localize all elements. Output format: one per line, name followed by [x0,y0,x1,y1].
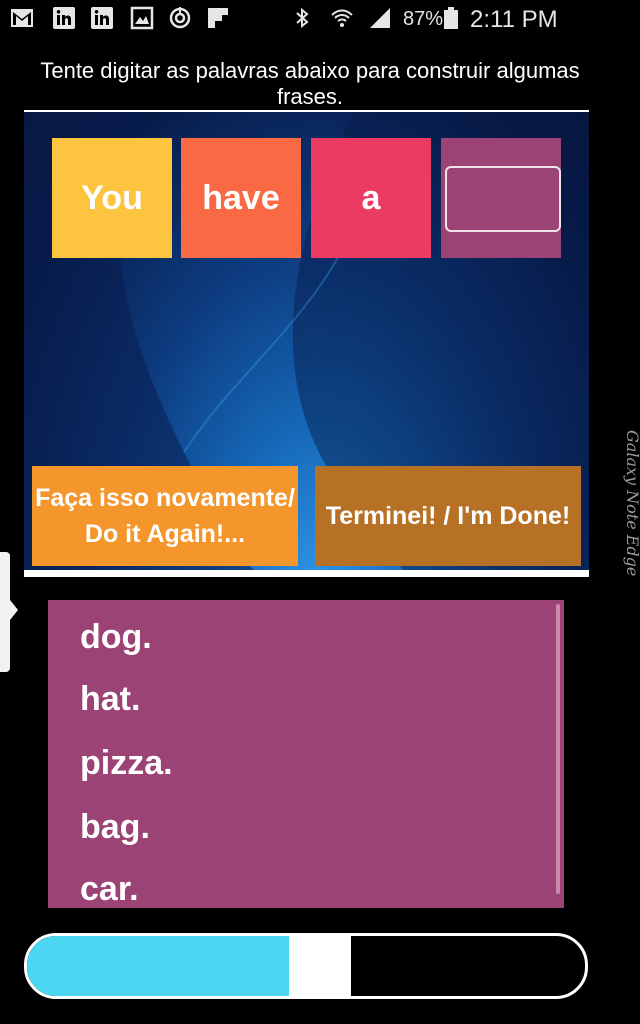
status-bar: 87% 2:11 PM [0,0,640,40]
word-tile-label: You [81,178,143,217]
gallery-icon [130,6,154,30]
gmail-icon [11,9,33,27]
sync-icon [169,7,191,29]
word-input-field[interactable] [445,166,561,232]
scrollbar[interactable] [556,604,560,894]
word-tile-label: have [202,178,280,217]
done-button[interactable]: Terminei! / I'm Done! [315,466,581,566]
list-item[interactable]: car. [80,870,139,908]
word-tile-you[interactable]: You [52,138,172,258]
wifi-icon [331,9,353,27]
progress-fill [27,936,289,996]
list-item[interactable]: pizza. [80,744,173,783]
do-it-again-button[interactable]: Faça isso novamente/ Do it Again!... [32,466,298,566]
word-tile-a[interactable]: a [311,138,431,258]
instruction-text: Tente digitar as palavras abaixo para co… [40,58,580,109]
sentence-panel: You have a Faça isso novamente/ Do it Ag… [24,110,589,577]
battery-percent: 87% [403,8,444,30]
clock: 2:11 PM [470,6,558,33]
flipboard-icon [208,8,228,28]
progress-marker [289,936,351,996]
device-label: Galaxy Note Edge [623,430,640,577]
progress-bar [24,933,588,999]
list-item[interactable]: hat. [80,680,140,719]
bluetooth-icon [296,7,309,29]
word-tile-label: a [361,178,381,217]
list-item[interactable]: dog. [80,618,152,657]
side-panel-handle[interactable] [0,552,10,672]
word-tile-blank [441,138,561,258]
signal-icon [370,8,390,28]
battery-icon [444,7,458,29]
word-choices-list: dog. hat. pizza. bag. car. [48,600,564,908]
linkedin-icon [91,7,113,29]
word-tile-have[interactable]: have [181,138,301,258]
chevron-right-icon [10,600,18,620]
list-item[interactable]: bag. [80,808,150,847]
linkedin-icon [53,7,75,29]
